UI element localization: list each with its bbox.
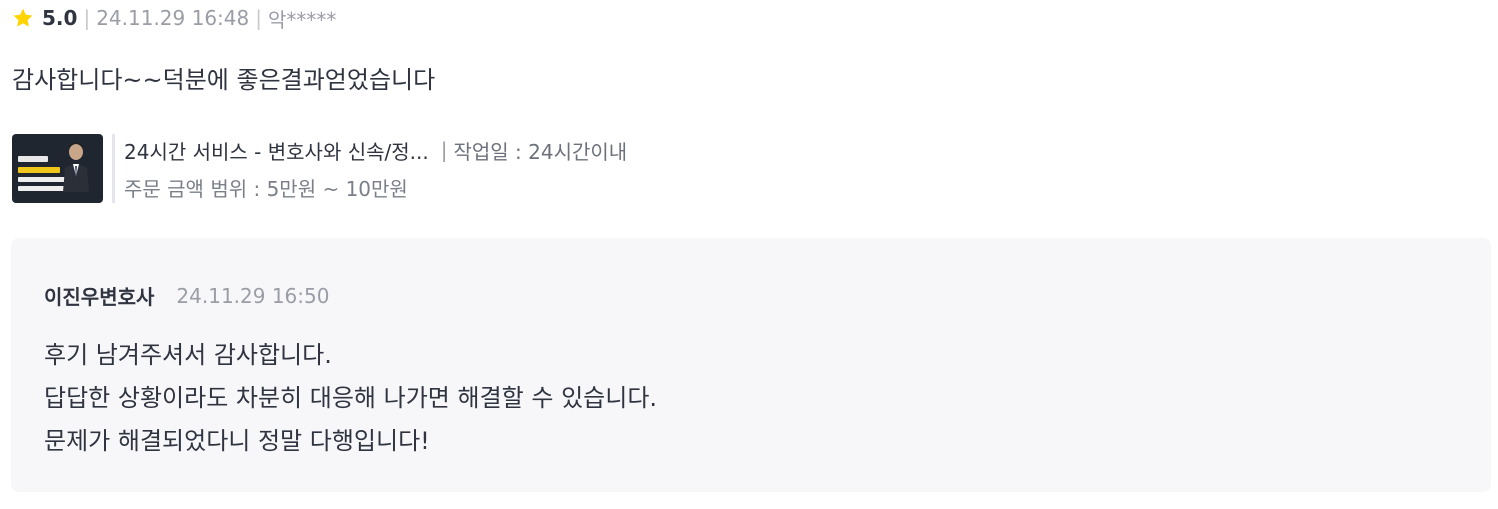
star-icon [12,7,34,29]
service-info: 24시간 서비스 - 변호사와 신속/정... | 작업일 : 24시간이내 주… [124,134,627,203]
reply-author: 이진우변호사 [44,285,155,309]
service-workday: 작업일 : 24시간이내 [453,139,628,164]
seller-reply: 이진우변호사 24.11.29 16:50 후기 남겨주셔서 감사합니다. 답답… [11,238,1491,492]
lawyer-photo-icon [63,142,89,192]
divider: | [83,6,91,30]
thumbnail-highlight-decoration [18,167,60,173]
thumbnail-text-decoration [18,186,66,191]
review-text: 감사합니다~~덕분에 좋은결과얻었습니다 [12,66,436,94]
review-header: 5.0 | 24.11.29 16:48 | 악***** [12,4,336,32]
vertical-divider [112,134,115,203]
divider: | [255,6,262,30]
reply-line: 후기 남겨주셔서 감사합니다. [44,341,332,369]
review-date: 24.11.29 16:48 [96,6,250,30]
review-author: 악***** [268,7,337,32]
thumbnail-tag-decoration [18,156,48,162]
reply-line: 답답한 상황이라도 차분히 대응해 나가면 해결할 수 있습니다. [44,384,658,412]
reply-line: 문제가 해결되었다니 정말 다행입니다! [44,427,430,455]
reply-date: 24.11.29 16:50 [176,283,330,308]
service-thumbnail[interactable] [12,134,103,203]
reply-header: 이진우변호사 24.11.29 16:50 [44,281,329,310]
service-title[interactable]: 24시간 서비스 - 변호사와 신속/정... [124,136,429,165]
reply-text: 후기 남겨주셔서 감사합니다. 답답한 상황이라도 차분히 대응해 나가면 해결… [44,334,657,463]
rating-value: 5.0 [42,6,78,30]
divider: | [440,138,448,162]
service-price-range: 주문 금액 범위 : 5만원 ~ 10만원 [124,176,408,201]
service-card[interactable]: 24시간 서비스 - 변호사와 신속/정... | 작업일 : 24시간이내 주… [12,134,627,203]
